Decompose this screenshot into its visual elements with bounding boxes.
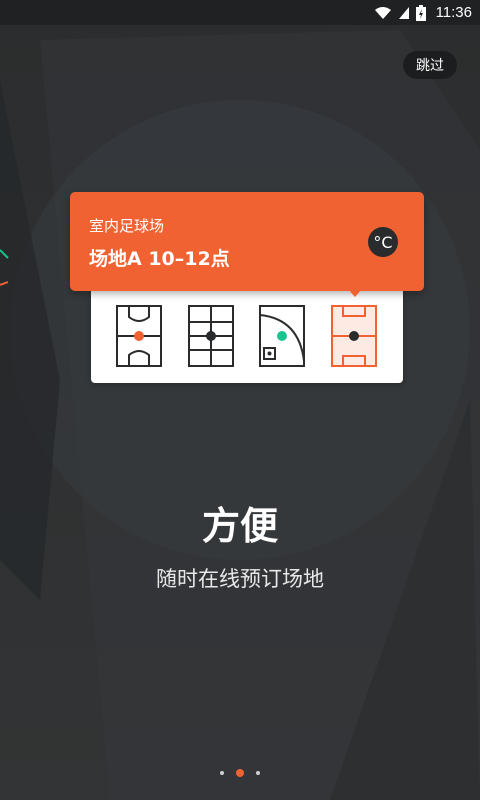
venue-name: 室内足球场: [89, 217, 165, 235]
booking-card-pointer: [347, 288, 363, 297]
page-title: 方便: [201, 504, 278, 548]
booking-card: 室内足球场 场地A 10–12点 °C: [70, 192, 424, 291]
baseball-field-icon[interactable]: [259, 305, 305, 367]
page-subtitle: 随时在线预订场地: [156, 567, 324, 591]
wifi-icon: [374, 6, 391, 19]
football-court-icon[interactable]: [188, 305, 234, 367]
basketball-court-icon[interactable]: [116, 305, 162, 367]
page-dot-2[interactable]: [236, 769, 244, 777]
signal-icon: [398, 6, 409, 19]
status-bar: 11:36: [0, 0, 480, 25]
soccer-field-icon[interactable]: [331, 305, 377, 367]
background-decoration: [0, 30, 480, 800]
skip-button[interactable]: 跳过: [403, 51, 457, 79]
onboarding-screen: 11:36 跳过 室内足球场 场地A 10–12点 °C 方便 随时在线预订场地: [0, 0, 480, 800]
page-dot-3[interactable]: [256, 771, 260, 775]
page-indicator: [0, 769, 480, 777]
battery-icon: [415, 4, 426, 21]
slot-text: 场地A 10–12点: [89, 248, 230, 270]
status-time: 11:36: [435, 4, 472, 21]
court-selector-card: [91, 287, 403, 383]
weather-icon: °C: [368, 227, 398, 257]
page-dot-1[interactable]: [220, 771, 224, 775]
